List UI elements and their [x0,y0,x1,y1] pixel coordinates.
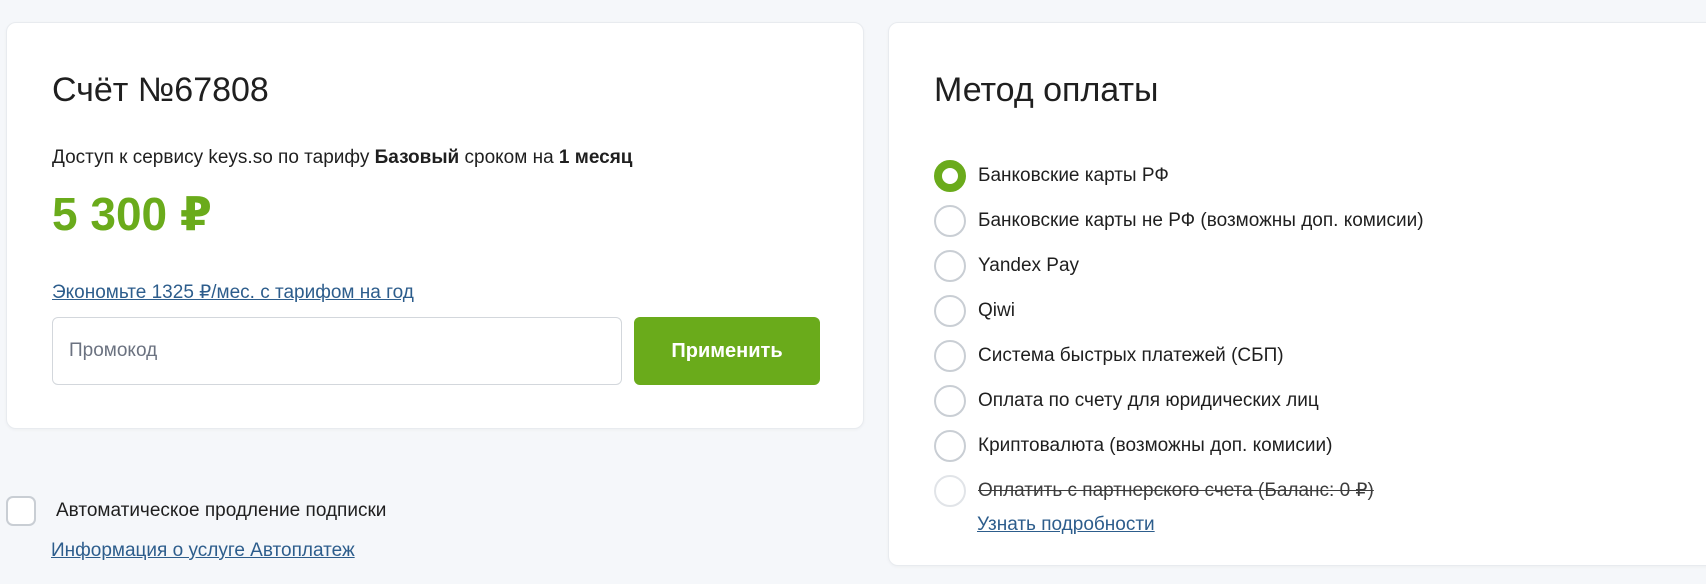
radio-empty-icon[interactable] [934,249,966,282]
radio-empty-icon[interactable] [934,339,966,372]
price: 5 300 ₽ [52,188,212,240]
payment-method-label: Банковские карты РФ [978,164,1169,186]
radio-empty-icon[interactable] [934,204,966,237]
invoice-card: Счёт №67808 Доступ к сервису keys.so по … [6,22,864,429]
auto-renew-label: Автоматическое продление подписки [56,500,387,521]
payment-method-label: Yandex Pay [978,254,1080,276]
apply-promo-button[interactable]: Применить [634,317,820,385]
radio-empty-icon[interactable] [934,429,966,462]
radio-empty-icon [934,474,966,507]
auto-renew-row: Автоматическое продление подписки [6,496,386,526]
radio-empty-icon[interactable] [934,384,966,417]
radio-selected-icon[interactable] [934,159,966,192]
payment-method-card: Метод оплаты Банковские карты РФ Банковск… [888,22,1706,566]
payment-method-label: Криптовалюта (возможны доп. комисии) [978,434,1333,456]
payment-method-option[interactable]: Криптовалюта (возможны доп. комисии) [934,423,1424,468]
plan-name: Базовый [374,147,460,168]
payment-method-list: Банковские карты РФ Банковские карты не Р… [934,153,1424,513]
invoice-title: Счёт №67808 [52,71,269,109]
payment-method-option[interactable]: Банковские карты не РФ (возможны доп. ко… [934,198,1424,243]
promo-code-input[interactable] [52,317,622,385]
payment-method-label: Оплата по счету для юридических лиц [978,389,1319,411]
payment-method-option[interactable]: Система быстрых платежей (СБП) [934,333,1424,378]
yearly-savings-link[interactable]: Экономьте 1325 ₽/мес. с тарифом на год [52,281,414,304]
description-middle: сроком на [459,147,559,168]
payment-method-option[interactable]: Банковские карты РФ [934,153,1424,198]
payment-method-label: Qiwi [978,299,1015,321]
plan-period: 1 месяц [558,147,633,168]
payment-method-option[interactable]: Оплата по счету для юридических лиц [934,378,1424,423]
auto-renew-checkbox[interactable] [6,496,36,526]
radio-empty-icon[interactable] [934,294,966,327]
autopay-info-link[interactable]: Информация о услуге Автоплатеж [51,540,355,562]
invoice-description: Доступ к сервису keys.so по тарифу Базов… [52,147,632,169]
payment-method-label: Система быстрых платежей (СБП) [978,344,1284,366]
payment-method-option: Оплатить с партнерского счета (Баланс: 0… [934,468,1424,513]
payment-method-title: Метод оплаты [934,71,1159,109]
payment-method-label: Оплатить с партнерского счета (Баланс: 0… [978,480,1374,501]
payment-method-option[interactable]: Yandex Pay [934,243,1424,288]
description-prefix: Доступ к сервису keys.so по тарифу [52,147,375,168]
payment-method-label: Банковские карты не РФ (возможны доп. ко… [978,209,1424,231]
learn-more-link[interactable]: Узнать подробности [977,514,1155,536]
payment-method-option[interactable]: Qiwi [934,288,1424,333]
